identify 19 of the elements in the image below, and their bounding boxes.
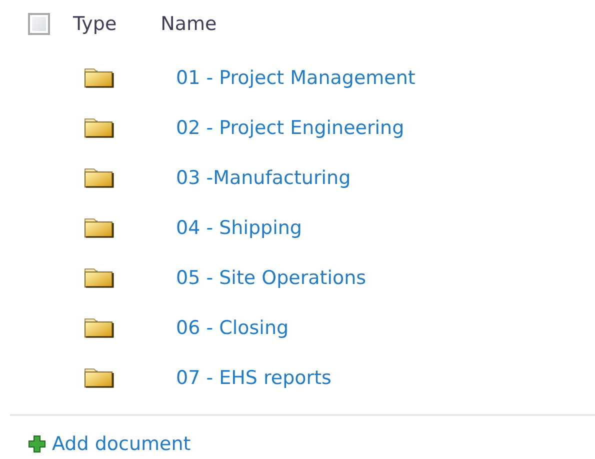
select-all-checkbox[interactable] (28, 13, 50, 35)
add-document-link[interactable]: Add document (52, 433, 191, 455)
folder-icon (84, 217, 114, 239)
folder-link[interactable]: 06 - Closing (176, 317, 289, 339)
add-icon (28, 435, 46, 453)
folder-icon (84, 167, 114, 189)
folder-link[interactable]: 05 - Site Operations (176, 267, 366, 289)
column-header: Name (160, 13, 217, 35)
folder-link[interactable]: 02 - Project Engineering (176, 117, 404, 139)
folder-icon (84, 67, 114, 89)
folder-icon (84, 317, 114, 339)
folder-link[interactable]: 03 -Manufacturing (176, 167, 351, 189)
folder-link[interactable]: 01 - Project Management (176, 67, 416, 89)
folder-icon (84, 367, 114, 389)
column-header: Type (73, 13, 117, 35)
folder-link[interactable]: 04 - Shipping (176, 217, 302, 239)
folder-link[interactable]: 07 - EHS reports (176, 367, 332, 389)
folder-icon (84, 267, 114, 289)
folder-icon (84, 117, 114, 139)
